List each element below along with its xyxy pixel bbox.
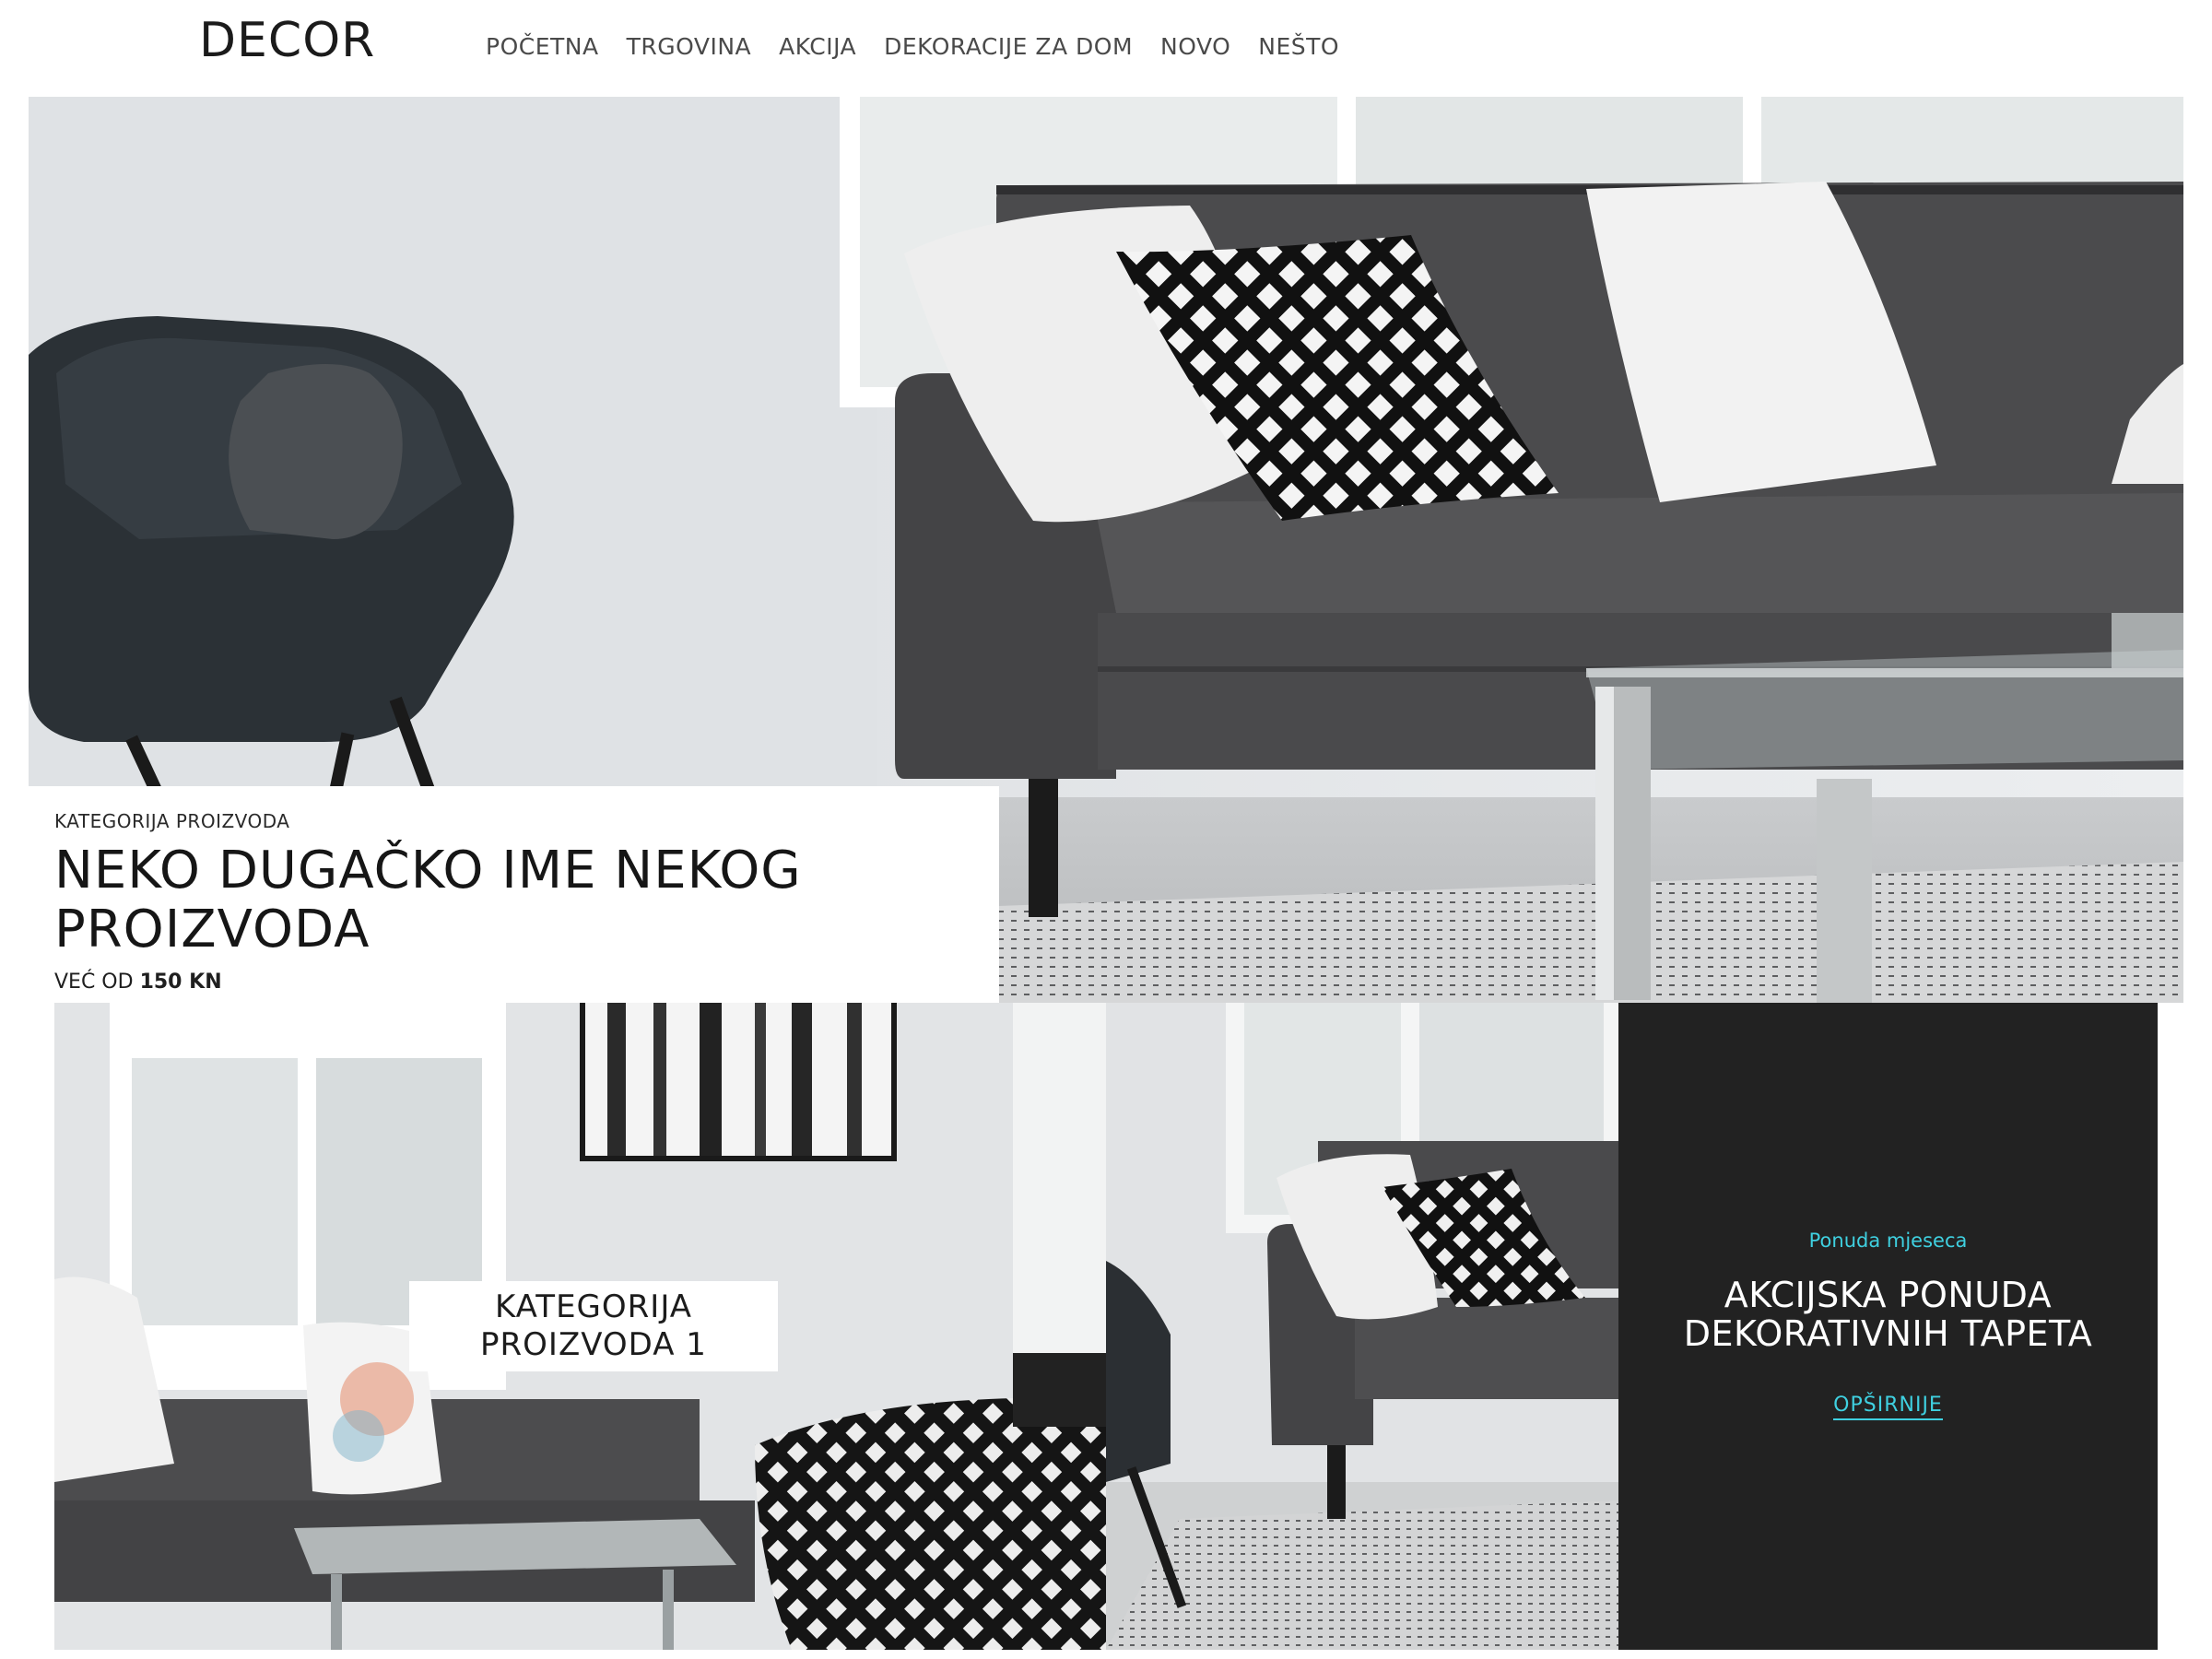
promo-image xyxy=(1106,1003,1618,1650)
promo-title-line1: AKCIJSKA PONUDA xyxy=(1724,1275,2053,1315)
site-logo[interactable]: DECOR xyxy=(199,13,375,68)
hero-banner[interactable]: KATEGORIJA PROIZVODA NEKO DUGAČKO IME NE… xyxy=(29,97,2183,1003)
nav-item-trgovina[interactable]: TRGOVINA xyxy=(627,33,752,60)
hero-product-card[interactable]: KATEGORIJA PROIZVODA NEKO DUGAČKO IME NE… xyxy=(29,786,999,1003)
nav-item-akcija[interactable]: AKCIJA xyxy=(779,33,856,60)
promo-image-tile[interactable] xyxy=(1106,1003,1618,1650)
hero-title-line1: NEKO DUGAČKO IME NEKOG xyxy=(54,841,802,900)
nav-item-novo[interactable]: NOVO xyxy=(1160,33,1230,60)
hero-price: VEĆ OD 150 KN xyxy=(54,971,973,994)
promo-kicker: Ponuda mjeseca xyxy=(1808,1230,1968,1252)
promo-more-link[interactable]: OPŠIRNIJE xyxy=(1833,1394,1943,1420)
promo-title: AKCIJSKA PONUDA DEKORATIVNIH TAPETA xyxy=(1618,1276,2158,1353)
main-nav: POČETNA TRGOVINA AKCIJA DEKORACIJE ZA DO… xyxy=(486,33,1339,60)
hero-price-value: 150 KN xyxy=(139,971,222,994)
promo-title-line2: DEKORATIVNIH TAPETA xyxy=(1683,1313,2093,1354)
promo-link-wrap: OPŠIRNIJE xyxy=(1618,1394,2158,1420)
hero-price-prefix: VEĆ OD xyxy=(54,971,134,994)
site-header: DECOR POČETNA TRGOVINA AKCIJA DEKORACIJE… xyxy=(29,0,2183,97)
nav-item-nesto[interactable]: NEŠTO xyxy=(1258,33,1339,60)
promo-panel: Ponuda mjeseca AKCIJSKA PONUDA DEKORATIV… xyxy=(1618,1003,2158,1650)
hero-title-line2: PROIZVODA xyxy=(54,900,371,959)
category-label-line2: PROIZVODA 1 xyxy=(480,1326,707,1363)
hero-category-label: KATEGORIJA PROIZVODA xyxy=(54,810,290,832)
hero-product-title[interactable]: NEKO DUGAČKO IME NEKOG PROIZVODA xyxy=(54,841,973,959)
category-tile[interactable]: KATEGORIJA PROIZVODA 1 xyxy=(54,1003,1106,1650)
nav-item-dekoracije-za-dom[interactable]: DEKORACIJE ZA DOM xyxy=(884,33,1133,60)
category-label-box[interactable]: KATEGORIJA PROIZVODA 1 xyxy=(409,1281,778,1371)
nav-item-pocetna[interactable]: POČETNA xyxy=(486,33,599,60)
category-label-line1: KATEGORIJA xyxy=(494,1288,693,1325)
